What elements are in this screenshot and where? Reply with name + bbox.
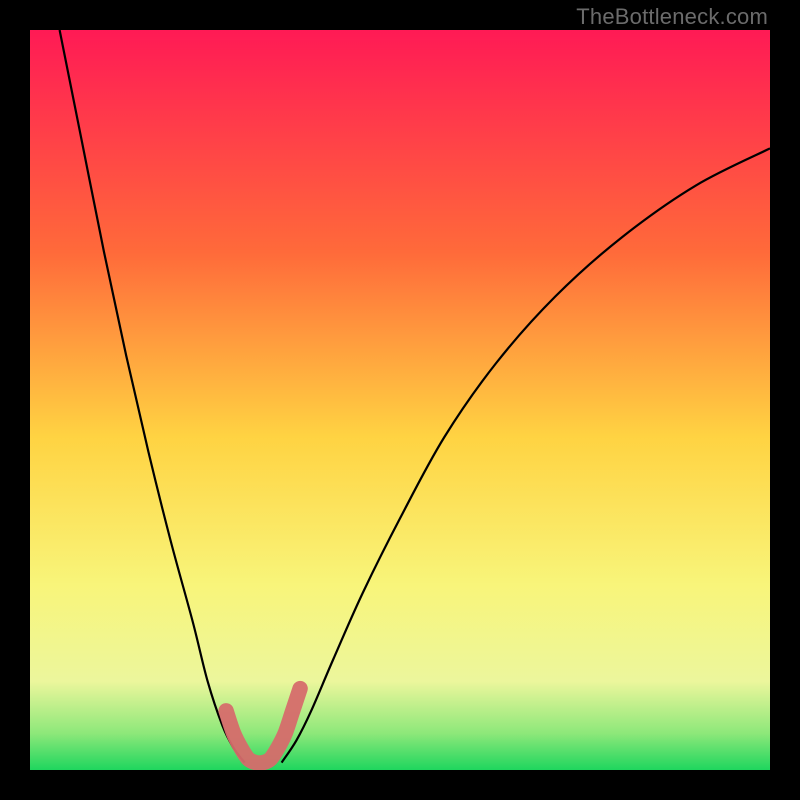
watermark-text: TheBottleneck.com [576,4,768,30]
gradient-background [30,30,770,770]
bottleneck-chart [30,30,770,770]
chart-frame [30,30,770,770]
